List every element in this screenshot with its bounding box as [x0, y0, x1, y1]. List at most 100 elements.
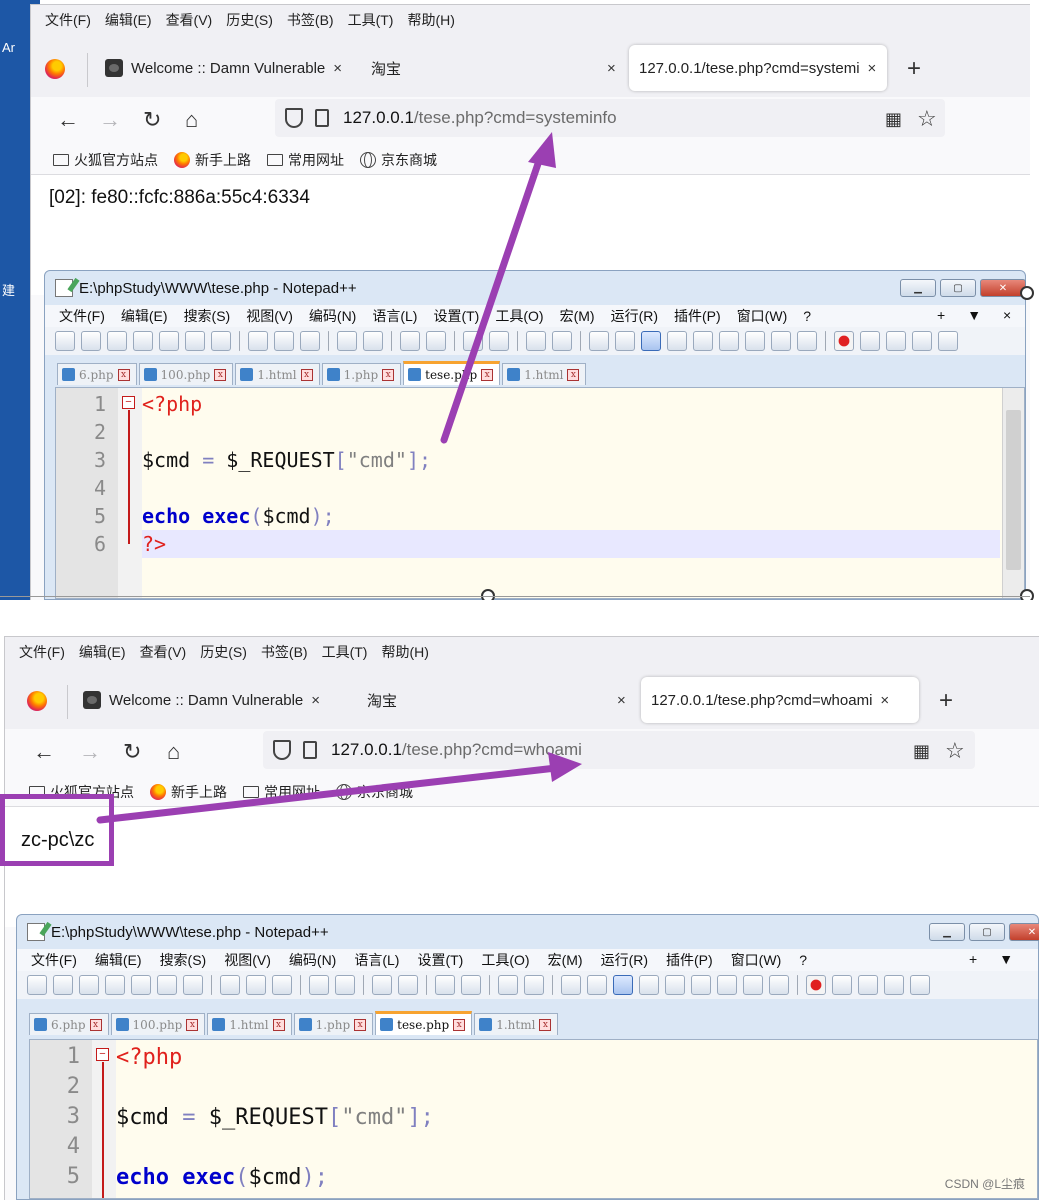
npp-add-icon[interactable]: +: [969, 951, 977, 967]
npp-close-doc-icon[interactable]: ×: [1003, 307, 1011, 323]
menu-file[interactable]: 文件(F): [19, 642, 65, 662]
tab-close-icon[interactable]: x: [382, 368, 395, 381]
address-bar[interactable]: 127.0.0.1/tese.php?cmd=whoami ▦ ☆: [263, 731, 975, 769]
close-button[interactable]: ✕: [980, 279, 1026, 297]
npp-menu-edit[interactable]: 编辑(E): [121, 306, 168, 326]
file-tab-active[interactable]: tese.php x: [375, 1011, 473, 1035]
find-icon[interactable]: [372, 975, 392, 995]
bookmark-star-icon[interactable]: ☆: [945, 738, 965, 764]
address-bar[interactable]: 127.0.0.1/tese.php?cmd=systeminfo ▦ ☆: [275, 99, 945, 137]
print-icon[interactable]: [211, 331, 231, 351]
file-tab[interactable]: 1.php x: [321, 363, 402, 385]
file-tab[interactable]: 1.html x: [235, 363, 320, 385]
bookmark-item[interactable]: 常用网址: [267, 150, 344, 170]
fold-collapse-icon[interactable]: −: [122, 396, 135, 409]
tab-taobao-close[interactable]: ×: [599, 677, 636, 723]
menu-tools[interactable]: 工具(T): [322, 642, 368, 662]
stop-macro-icon[interactable]: [832, 975, 852, 995]
npp-menu-edit[interactable]: 编辑(E): [95, 950, 142, 970]
menu-help[interactable]: 帮助(H): [381, 642, 428, 662]
tab-close-icon[interactable]: ×: [880, 692, 889, 709]
tab-close-icon[interactable]: x: [567, 368, 580, 381]
user-language-icon[interactable]: [667, 331, 687, 351]
npp-menu-tools[interactable]: 工具(O): [481, 950, 529, 970]
fold-collapse-icon[interactable]: −: [96, 1048, 109, 1061]
close-all-icon[interactable]: [157, 975, 177, 995]
sync-horizontal-icon[interactable]: [552, 331, 572, 351]
npp-menu-plugins[interactable]: 插件(P): [666, 950, 713, 970]
new-file-icon[interactable]: [55, 331, 75, 351]
npp-menu-encoding[interactable]: 编码(N): [289, 950, 336, 970]
minimize-button[interactable]: ▁: [900, 279, 936, 297]
replace-icon[interactable]: [398, 975, 418, 995]
tab-close-icon[interactable]: x: [300, 368, 313, 381]
resize-handle[interactable]: [1020, 589, 1034, 600]
npp-menu-tools[interactable]: 工具(O): [495, 306, 543, 326]
tab-active[interactable]: 127.0.0.1/tese.php?cmd=whoami ×: [641, 677, 919, 723]
function-list-icon[interactable]: [717, 975, 737, 995]
zoom-in-icon[interactable]: [435, 975, 455, 995]
tab-close-icon[interactable]: x: [272, 1018, 285, 1031]
npp-dropdown-icon[interactable]: ▼: [999, 951, 1013, 967]
word-wrap-icon[interactable]: [589, 331, 609, 351]
bookmark-item[interactable]: 新手上路: [150, 782, 227, 802]
run-macro-multiple-icon[interactable]: [884, 975, 904, 995]
play-macro-icon[interactable]: [858, 975, 878, 995]
npp-menu-file[interactable]: 文件(F): [31, 950, 77, 970]
npp-menu-help[interactable]: ?: [803, 308, 811, 324]
npp-menu-macro[interactable]: 宏(M): [548, 950, 583, 970]
tab-close-icon[interactable]: x: [214, 368, 227, 381]
tab-taobao-close[interactable]: ×: [589, 45, 626, 91]
npp-menu-view[interactable]: 视图(V): [224, 950, 271, 970]
file-tab[interactable]: 1.html x: [207, 1013, 292, 1035]
print-icon[interactable]: [183, 975, 203, 995]
tab-close-icon[interactable]: ×: [607, 60, 616, 77]
run-macro-multiple-icon[interactable]: [912, 331, 932, 351]
sync-vertical-icon[interactable]: [526, 331, 546, 351]
user-language-icon[interactable]: [639, 975, 659, 995]
function-list-icon[interactable]: [745, 331, 765, 351]
npp-menu-search[interactable]: 搜索(S): [160, 950, 207, 970]
npp-menu-run[interactable]: 运行(R): [601, 950, 648, 970]
npp-menu-help[interactable]: ?: [799, 952, 807, 968]
bookmark-item[interactable]: 京东商城: [336, 782, 413, 802]
code-editor[interactable]: 1 2 3 4 5 6 − <?php $cmd = $_REQUEST["cm…: [55, 387, 1025, 599]
firefox-icon[interactable]: [45, 59, 65, 79]
bookmark-item[interactable]: 火狐官方站点: [53, 150, 158, 170]
home-icon[interactable]: ⌂: [167, 739, 180, 765]
back-arrow-icon[interactable]: ←: [57, 107, 79, 133]
forward-arrow-icon[interactable]: →: [79, 739, 101, 765]
copy-icon[interactable]: [246, 975, 266, 995]
tab-close-icon[interactable]: x: [481, 368, 494, 381]
file-tab[interactable]: 6.php x: [57, 363, 137, 385]
menu-bookmarks[interactable]: 书签(B): [261, 642, 308, 662]
tab-close-icon[interactable]: x: [186, 1018, 199, 1031]
npp-menu-file[interactable]: 文件(F): [59, 306, 105, 326]
npp-menu-window[interactable]: 窗口(W): [731, 950, 782, 970]
tab-close-icon[interactable]: ×: [311, 692, 320, 709]
qr-code-icon[interactable]: ▦: [913, 741, 930, 762]
scrollbar-thumb[interactable]: [1006, 410, 1021, 570]
record-macro-icon[interactable]: [834, 331, 854, 351]
save-macro-icon[interactable]: [910, 975, 930, 995]
npp-menu-run[interactable]: 运行(R): [611, 306, 658, 326]
npp-dropdown-icon[interactable]: ▼: [967, 307, 981, 323]
sync-vertical-icon[interactable]: [498, 975, 518, 995]
redo-icon[interactable]: [335, 975, 355, 995]
close-file-icon[interactable]: [159, 331, 179, 351]
file-tab[interactable]: 100.php x: [110, 1013, 206, 1035]
folder-workspace-icon[interactable]: [771, 331, 791, 351]
menu-edit[interactable]: 编辑(E): [79, 642, 126, 662]
doc-map-icon[interactable]: [665, 975, 685, 995]
zoom-out-icon[interactable]: [489, 331, 509, 351]
menu-bookmarks[interactable]: 书签(B): [287, 10, 334, 30]
menu-history[interactable]: 历史(S): [226, 10, 273, 30]
file-tab[interactable]: 1.html x: [502, 363, 587, 385]
forward-arrow-icon[interactable]: →: [99, 107, 121, 133]
npp-menu-language[interactable]: 语言(L): [354, 950, 399, 970]
bookmark-item[interactable]: 新手上路: [174, 150, 251, 170]
cut-icon[interactable]: [220, 975, 240, 995]
code-editor[interactable]: 1 2 3 4 5 − <?php $cmd = $_REQUEST["cmd"…: [29, 1039, 1038, 1199]
tab-close-icon[interactable]: x: [354, 1018, 367, 1031]
new-tab-button[interactable]: +: [907, 55, 921, 83]
